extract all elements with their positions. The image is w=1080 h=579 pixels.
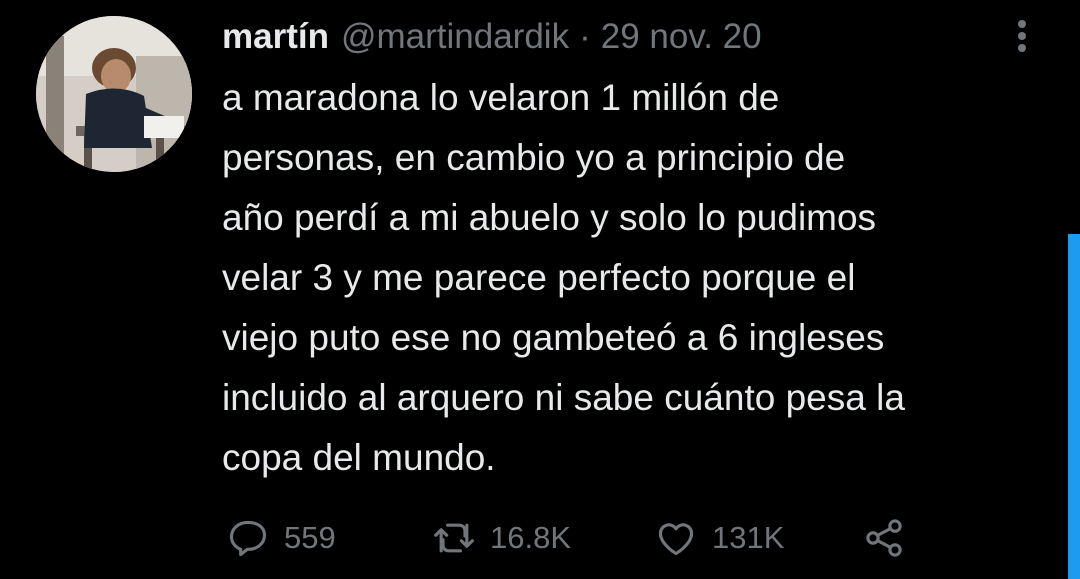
tweet[interactable]: martín @martindardik · 29 nov. 20 a mara… bbox=[0, 0, 1080, 579]
tweet-text-line: incluido al arquero ni sabe cuánto pesa … bbox=[222, 377, 905, 418]
author-name[interactable]: martín bbox=[222, 17, 329, 57]
tweet-text-line: velar 3 y me parece perfecto porque el bbox=[222, 257, 856, 298]
more-options-button[interactable] bbox=[1004, 14, 1040, 58]
scrollbar-thumb[interactable] bbox=[1068, 234, 1080, 579]
retweet-button[interactable]: 16.8K bbox=[432, 512, 571, 564]
tweet-text-line: año perdí a mi abuelo y solo lo pudimos bbox=[222, 197, 877, 238]
tweet-header: martín @martindardik · 29 nov. 20 bbox=[222, 12, 762, 62]
tweet-text-line: copa del mundo. bbox=[222, 437, 496, 478]
reply-icon bbox=[229, 520, 267, 557]
tweet-actions: 559 16.8K 131K bbox=[222, 512, 942, 564]
share-button[interactable] bbox=[862, 512, 906, 564]
author-handle[interactable]: @martindardik bbox=[341, 17, 569, 57]
avatar-photo bbox=[36, 16, 192, 172]
avatar[interactable] bbox=[36, 16, 192, 172]
retweet-count: 16.8K bbox=[490, 520, 572, 555]
like-button[interactable]: 131K bbox=[654, 512, 784, 564]
heart-icon bbox=[658, 523, 694, 556]
reply-count: 559 bbox=[284, 520, 336, 555]
tweet-text-line: personas, en cambio yo a principio de bbox=[222, 137, 846, 178]
more-vertical-icon bbox=[1018, 20, 1026, 52]
share-icon bbox=[866, 519, 902, 557]
tweet-text: a maradona lo velaron 1 millón de person… bbox=[222, 68, 1062, 488]
reply-button[interactable]: 559 bbox=[226, 512, 336, 564]
like-count: 131K bbox=[712, 520, 785, 555]
tweet-date[interactable]: 29 nov. 20 bbox=[601, 17, 762, 57]
separator-dot: · bbox=[579, 17, 591, 56]
tweet-text-line: a maradona lo velaron 1 millón de bbox=[222, 77, 780, 118]
tweet-text-line: viejo puto ese no gambeteó a 6 ingleses bbox=[222, 317, 885, 358]
retweet-icon bbox=[434, 523, 474, 553]
